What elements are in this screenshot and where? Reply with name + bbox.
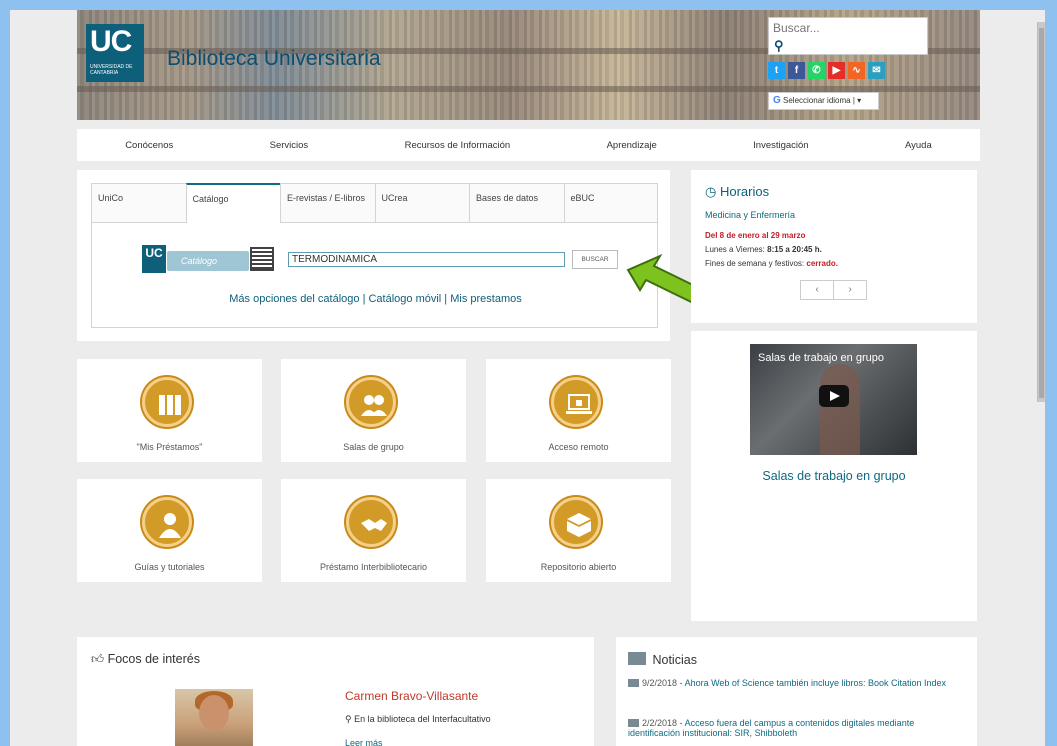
catalog-uc-logo: UC: [142, 245, 166, 273]
main-nav: Conócenos Servicios Recursos de Informac…: [77, 129, 980, 161]
focos-place: ⚲ En la biblioteca del Interfacultativo: [345, 714, 491, 724]
video-player[interactable]: Salas de trabajo en grupo: [750, 344, 917, 455]
header-banner: UC UNIVERSIDAD DE CANTABRIA Biblioteca U…: [77, 10, 980, 120]
dropdown-arrow-icon: | ▾: [852, 96, 862, 105]
catalog-links[interactable]: Más opciones del catálogo | Catálogo móv…: [92, 293, 659, 305]
google-icon: G: [773, 95, 781, 106]
youtube-icon[interactable]: ▶: [828, 62, 845, 79]
clock-icon: ◷: [705, 184, 717, 199]
search-input[interactable]: [773, 21, 923, 35]
play-icon[interactable]: [819, 385, 849, 407]
books-icon: [142, 377, 192, 427]
tile-acceso-remoto[interactable]: Acceso remoto: [486, 359, 671, 462]
news-item[interactable]: 9/2/2018 - Ahora Web of Science también …: [628, 678, 968, 688]
tab-catalogo[interactable]: Catálogo: [185, 183, 280, 223]
search-icon[interactable]: ⚲: [774, 38, 784, 54]
horarios-weekend: Fines de semana y festivos: cerrado.: [705, 259, 838, 268]
horarios-panel: ◷ Horarios Medicina y Enfermería Del 8 d…: [691, 170, 977, 323]
tile-guias-tutoriales[interactable]: Guías y tutoriales: [77, 479, 262, 582]
horarios-weekdays: Lunes a Viernes: 8:15 a 20:45 h.: [705, 245, 822, 254]
catalog-search-input[interactable]: TERMODINAMICA: [288, 252, 565, 267]
whatsapp-icon[interactable]: ✆: [808, 62, 825, 79]
twitter-icon[interactable]: t: [768, 62, 785, 79]
tile-label: Préstamo Interbibliotecario: [319, 562, 428, 572]
video-caption[interactable]: Salas de trabajo en grupo: [691, 469, 977, 483]
mail-icon[interactable]: ✉: [868, 62, 885, 79]
site-title[interactable]: Biblioteca Universitaria: [167, 47, 381, 71]
catalog-search-button[interactable]: BUSCAR: [572, 250, 618, 269]
uc-logo[interactable]: UC UNIVERSIDAD DE CANTABRIA: [86, 24, 144, 82]
logo-subtext: UNIVERSIDAD DE CANTABRIA: [90, 64, 133, 76]
search-tabs: UniCo Catálogo E-revistas / E-libros UCr…: [91, 183, 658, 223]
tab-ebuc[interactable]: eBUC: [563, 183, 658, 223]
focos-name[interactable]: Carmen Bravo-Villasante: [345, 689, 478, 703]
page: UC UNIVERSIDAD DE CANTABRIA Biblioteca U…: [10, 10, 1045, 746]
map-marker-icon: ⚲: [345, 714, 352, 724]
site-search[interactable]: ⚲: [768, 17, 928, 55]
tile-label: "Mis Préstamos": [136, 442, 203, 452]
tab-erevistas[interactable]: E-revistas / E-libros: [280, 183, 375, 223]
handshake-icon: [346, 497, 396, 547]
prev-button[interactable]: ‹: [800, 280, 834, 300]
nav-item-servicios[interactable]: Servicios: [270, 140, 309, 151]
catalog-logo: UC Catálogo: [142, 245, 274, 275]
nav-item-ayuda[interactable]: Ayuda: [905, 140, 932, 151]
catalog-logo-label: Catálogo: [167, 251, 249, 271]
horarios-pager: ‹ ›: [800, 280, 867, 300]
tile-prestamo-interbibliotecario[interactable]: Préstamo Interbibliotecario: [281, 479, 466, 582]
nav-item-aprendizaje[interactable]: Aprendizaje: [607, 140, 657, 151]
catalog-search-panel: UniCo Catálogo E-revistas / E-libros UCr…: [77, 170, 670, 341]
scrollbar[interactable]: [1037, 22, 1045, 402]
horarios-dates: Del 8 de enero al 29 marzo: [705, 231, 806, 240]
nav-item-recursos[interactable]: Recursos de Información: [405, 140, 511, 151]
teacher-icon: [142, 497, 192, 547]
tile-repositorio-abierto[interactable]: Repositorio abierto: [486, 479, 671, 582]
news-icon: [628, 719, 639, 727]
video-overlay-title: Salas de trabajo en grupo: [758, 352, 884, 364]
tile-mis-prestamos[interactable]: "Mis Préstamos": [77, 359, 262, 462]
tile-label: Guías y tutoriales: [134, 562, 205, 572]
newspaper-icon: [628, 652, 646, 665]
focos-panel: 👍︎ Focos de interés Carmen Bravo-Villasa…: [77, 637, 594, 746]
tab-unico[interactable]: UniCo: [91, 183, 186, 223]
video-panel: Salas de trabajo en grupo Salas de traba…: [691, 331, 977, 621]
next-button[interactable]: ›: [833, 280, 867, 300]
focos-title: 👍︎ Focos de interés: [91, 652, 200, 666]
tile-label: Repositorio abierto: [540, 562, 617, 572]
open-box-icon: [551, 497, 601, 547]
tile-salas-de-grupo[interactable]: Salas de grupo: [281, 359, 466, 462]
facebook-icon[interactable]: f: [788, 62, 805, 79]
thumbs-up-icon: 👍︎: [91, 652, 105, 666]
laptop-lock-icon: [551, 377, 601, 427]
video-thumbnail-person: [820, 364, 860, 455]
horarios-title: ◷ Horarios: [705, 184, 770, 199]
language-selector[interactable]: G Seleccionar idioma | ▾: [768, 92, 879, 110]
tab-bases-de-datos[interactable]: Bases de datos: [469, 183, 564, 223]
news-item[interactable]: 2/2/2018 - Acceso fuera del campus a con…: [628, 718, 968, 738]
rss-icon[interactable]: ∿: [848, 62, 865, 79]
horarios-subtitle[interactable]: Medicina y Enfermería: [705, 210, 795, 220]
focos-photo[interactable]: [175, 689, 253, 746]
group-icon: [346, 377, 396, 427]
nav-item-conocenos[interactable]: Conócenos: [125, 140, 173, 151]
qr-code-icon: [250, 247, 274, 271]
noticias-title: Noticias: [628, 652, 697, 667]
tab-ucrea[interactable]: UCrea: [374, 183, 469, 223]
catalog-tab-body: UC Catálogo TERMODINAMICA BUSCAR Más opc…: [91, 223, 658, 328]
social-links: t f ✆ ▶ ∿ ✉: [768, 62, 885, 79]
language-label: Seleccionar idioma: [783, 96, 851, 105]
noticias-panel: Noticias 9/2/2018 - Ahora Web of Science…: [616, 637, 977, 746]
tile-label: Acceso remoto: [548, 442, 609, 452]
logo-text: UC: [90, 25, 132, 58]
tile-label: Salas de grupo: [343, 442, 404, 452]
nav-item-investigacion[interactable]: Investigación: [753, 140, 808, 151]
focos-read-more[interactable]: Leer más: [345, 738, 383, 746]
news-icon: [628, 679, 639, 687]
